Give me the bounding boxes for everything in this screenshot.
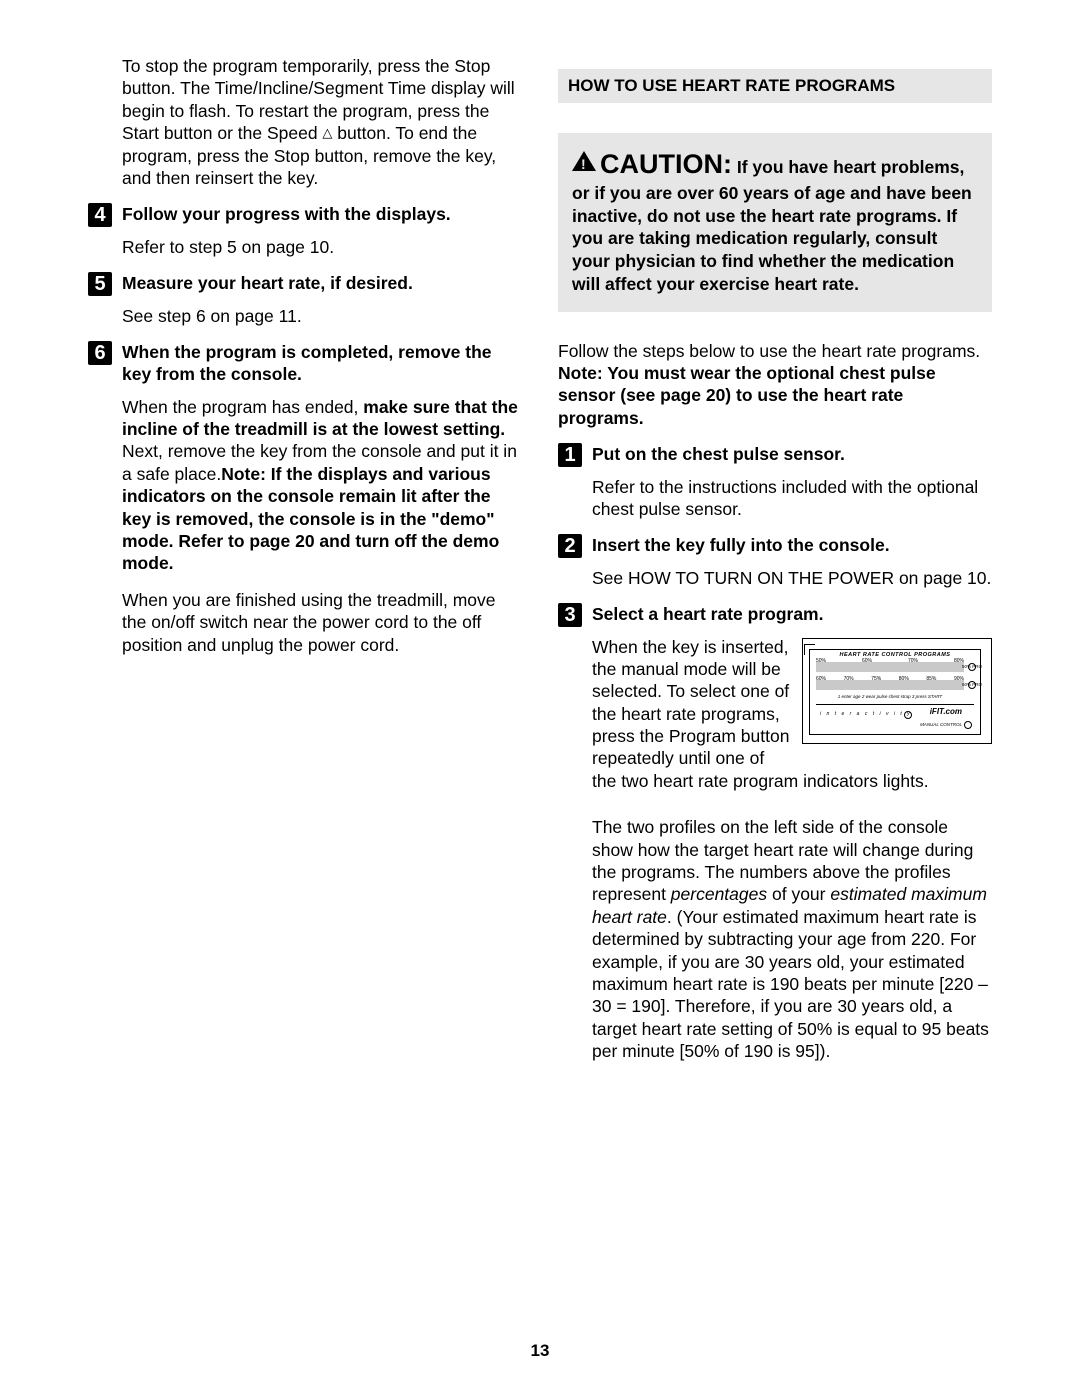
text: Follow the steps below to use the heart … bbox=[558, 341, 980, 361]
hr-step-3: 3 Select a heart rate program. HEART RAT… bbox=[558, 603, 992, 1062]
console-profile-2 bbox=[816, 680, 964, 690]
indicator-led-icon bbox=[964, 721, 972, 729]
step-heading: Measure your heart rate, if desired. bbox=[122, 272, 522, 294]
up-triangle-icon: △ bbox=[322, 125, 332, 142]
indicator-led-icon bbox=[968, 681, 976, 689]
text: . (Your estimated maximum heart rate is … bbox=[592, 907, 989, 1061]
step-number-badge: 5 bbox=[88, 272, 112, 296]
section-heading: HOW TO USE HEART RATE PROGRAMS bbox=[558, 69, 992, 103]
console-profile-1 bbox=[816, 662, 964, 672]
interactivity-label: i n t e r a c t i v i t y bbox=[820, 711, 912, 717]
step-4: 4 Follow your progress with the displays… bbox=[88, 203, 522, 258]
hr-step-1: 1 Put on the chest pulse sensor. Refer t… bbox=[558, 443, 992, 520]
intro-paragraph: To stop the program temporarily, press t… bbox=[88, 55, 522, 189]
step-body-p2: When you are finished using the treadmil… bbox=[122, 589, 522, 656]
console-instructions: 1 enter age 2 wear pulse chest strap 3 p… bbox=[816, 694, 964, 700]
manual-control-label: MANUAL CONTROL bbox=[920, 722, 962, 728]
step-number-badge: 3 bbox=[558, 603, 582, 627]
step-heading: Select a heart rate program. bbox=[592, 603, 992, 625]
page-number: 13 bbox=[0, 1341, 1080, 1361]
step-number-badge: 1 bbox=[558, 443, 582, 467]
ifit-logo: iFIT.com bbox=[930, 707, 962, 717]
text: When the program has ended, bbox=[122, 397, 363, 417]
warning-triangle-icon bbox=[572, 151, 596, 171]
bold-text: Note: You must wear the optional chest p… bbox=[558, 363, 936, 428]
step-6: 6 When the program is completed, remove … bbox=[88, 341, 522, 656]
step-3-body-p2: The two profiles on the left side of the… bbox=[592, 806, 992, 1062]
step-heading: Put on the chest pulse sensor. bbox=[592, 443, 992, 465]
text: of your bbox=[767, 884, 830, 904]
step-body: Refer to the instructions included with … bbox=[592, 476, 992, 521]
italic-text: percentages bbox=[671, 884, 767, 904]
console-diagram: HEART RATE CONTROL PROGRAMS 50% 60% 70% … bbox=[802, 638, 992, 744]
step-body: See HOW TO TURN ON THE POWER on page 10. bbox=[592, 567, 992, 589]
step-3-body-p1-wrap: HEART RATE CONTROL PROGRAMS 50% 60% 70% … bbox=[592, 636, 992, 793]
hr-step-2: 2 Insert the key fully into the console.… bbox=[558, 534, 992, 589]
caution-title: CAUTION: bbox=[600, 149, 732, 179]
step-heading: Insert the key fully into the console. bbox=[592, 534, 992, 556]
step-5: 5 Measure your heart rate, if desired. S… bbox=[88, 272, 522, 327]
indicator-led-icon bbox=[904, 711, 912, 719]
step-body-p1: When the program has ended, make sure th… bbox=[122, 396, 522, 575]
left-column: To stop the program temporarily, press t… bbox=[88, 55, 522, 1077]
console-inner: HEART RATE CONTROL PROGRAMS 50% 60% 70% … bbox=[809, 649, 981, 735]
indicator-led-icon bbox=[968, 663, 976, 671]
hr-intro: Follow the steps below to use the heart … bbox=[558, 340, 992, 430]
step-heading: When the program is completed, remove th… bbox=[122, 341, 522, 386]
step-body: See step 6 on page 11. bbox=[122, 305, 522, 327]
step-number-badge: 2 bbox=[558, 534, 582, 558]
caution-box: CAUTION: If you have heart problems, or … bbox=[558, 133, 992, 312]
console-bottom: i n t e r a c t i v i t y iFIT.com MANUA… bbox=[816, 704, 974, 730]
step-body: Refer to step 5 on page 10. bbox=[122, 236, 522, 258]
step-number-badge: 4 bbox=[88, 203, 112, 227]
step-heading: Follow your progress with the displays. bbox=[122, 203, 522, 225]
step-number-badge: 6 bbox=[88, 341, 112, 365]
right-column: HOW TO USE HEART RATE PROGRAMS CAUTION: … bbox=[558, 55, 992, 1077]
manual-page: To stop the program temporarily, press t… bbox=[0, 0, 1080, 1397]
columns: To stop the program temporarily, press t… bbox=[88, 55, 992, 1077]
